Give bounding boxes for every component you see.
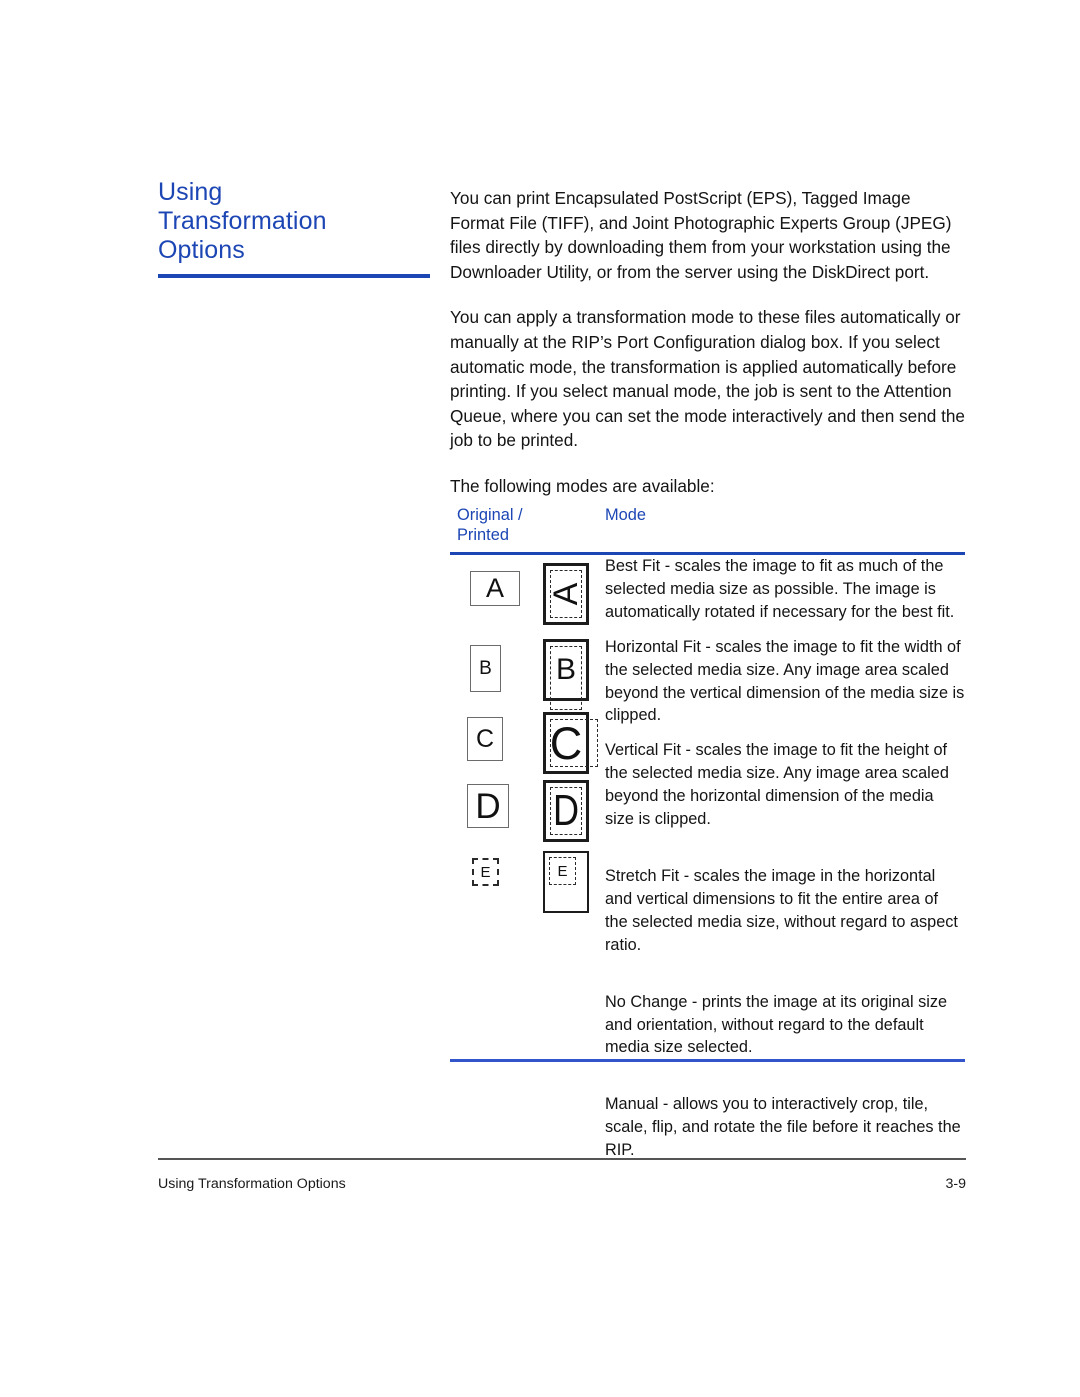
mode-spacer-3 xyxy=(605,831,965,865)
mode-description-no-change: No Change - prints the image at its orig… xyxy=(605,992,948,1057)
page-title-line-2: Transformation xyxy=(158,207,327,235)
table-header-row: Original / Printed Mode xyxy=(450,505,965,552)
printed-box-b: B xyxy=(543,639,589,710)
column-header-original-printed: Original / Printed xyxy=(457,505,577,545)
original-printed-icon-column: A A B B C C D D E E xyxy=(450,555,605,1051)
page-title-line-1: Using xyxy=(158,178,223,206)
column-header-original-line1: Original / xyxy=(457,506,523,524)
mode-description-horizontal-fit: Horizontal Fit - scales the image to fit… xyxy=(605,637,965,725)
original-letter-e: E xyxy=(480,863,491,881)
mode-spacer-1 xyxy=(605,624,965,636)
page-title: Using Transformation Options xyxy=(158,178,430,278)
body-text-column: You can print Encapsulated PostScript (E… xyxy=(450,186,965,499)
printed-box-d: D xyxy=(543,780,589,842)
original-box-e: E xyxy=(472,858,499,886)
original-box-a: A xyxy=(470,571,520,606)
original-letter-d: D xyxy=(475,786,501,826)
page-title-line-3: Options xyxy=(158,236,245,264)
mode-spacer-4 xyxy=(605,957,965,991)
mode-description-column: Best Fit - scales the image to fit as mu… xyxy=(605,555,965,1162)
original-box-b: B xyxy=(470,645,501,692)
original-letter-a: A xyxy=(485,573,504,603)
column-header-original-line2: Printed xyxy=(457,526,509,544)
original-box-d: D xyxy=(467,784,509,828)
mode-spacer-2 xyxy=(605,727,965,739)
printed-box-e: E xyxy=(543,851,589,913)
printed-letter-c: C xyxy=(549,717,583,769)
body-paragraph-1: You can print Encapsulated PostScript (E… xyxy=(450,188,952,282)
transformation-modes-table: Original / Printed Mode A A B B C C D D … xyxy=(450,505,965,1159)
mode-spacer-5 xyxy=(605,1059,965,1093)
printed-letter-b: B xyxy=(555,653,576,686)
body-paragraph-3: The following modes are available: xyxy=(450,475,715,496)
page-title-underline xyxy=(158,274,430,278)
original-letter-b: B xyxy=(479,658,492,679)
mode-description-stretch-fit: Stretch Fit - scales the image in the ho… xyxy=(605,866,958,954)
printed-letter-e: E xyxy=(557,862,568,880)
original-letter-c: C xyxy=(475,724,495,753)
mode-description-manual: Manual - allows you to interactively cro… xyxy=(605,1095,961,1160)
printed-original-size-rect-e: E xyxy=(549,857,576,885)
mode-description-vertical-fit: Vertical Fit - scales the image to fit t… xyxy=(605,741,949,829)
footer-rule xyxy=(158,1158,966,1160)
mode-description-best-fit: Best Fit - scales the image to fit as mu… xyxy=(605,557,955,621)
table-body: A A B B C C D D E E Best Fit - scales th… xyxy=(450,555,965,1159)
document-page: Using Transformation Options You can pri… xyxy=(0,0,1080,1397)
printed-letter-d: D xyxy=(552,786,580,835)
body-paragraph-2: You can apply a transformation mode to t… xyxy=(450,307,965,451)
printed-box-a: A xyxy=(543,563,589,625)
column-header-mode: Mode xyxy=(605,506,647,524)
footer-page-number: 3-9 xyxy=(945,1176,966,1192)
printed-letter-a: A xyxy=(547,582,585,606)
printed-box-c: C xyxy=(543,712,598,774)
original-box-c: C xyxy=(467,717,503,761)
